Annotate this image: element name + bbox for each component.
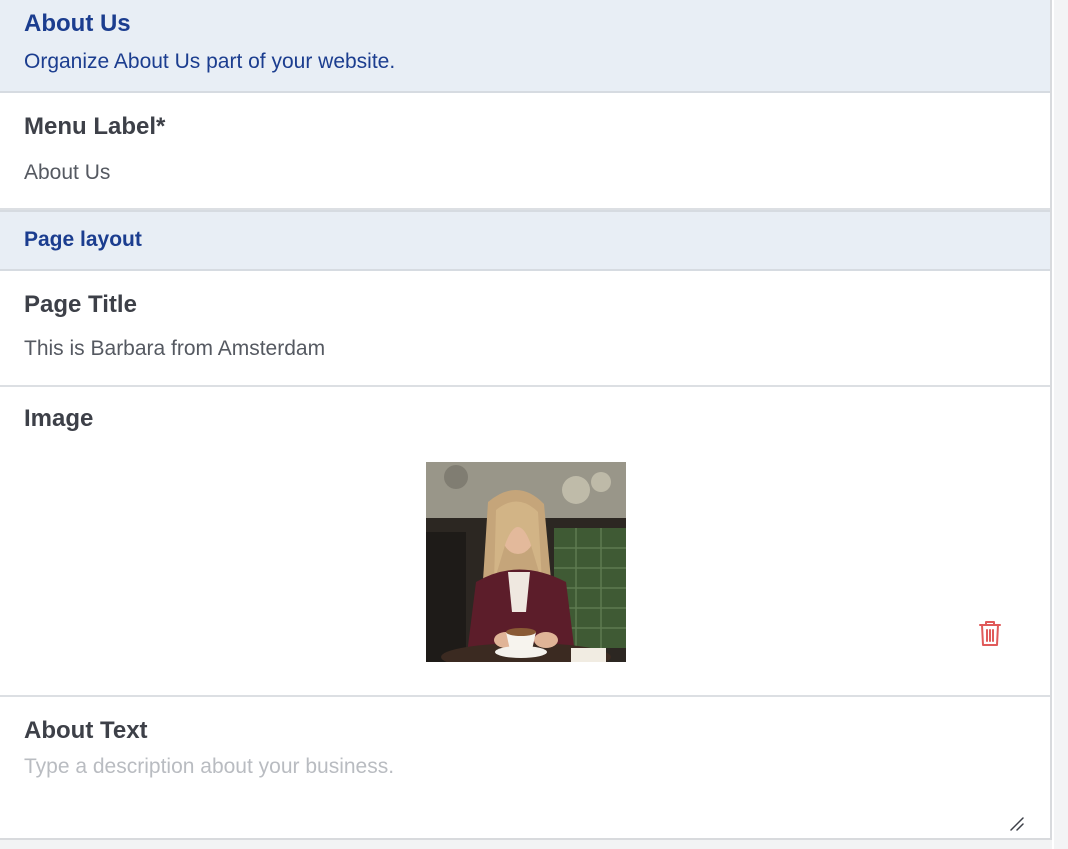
section-title: About Us (24, 10, 131, 37)
trash-icon (979, 621, 1001, 646)
menu-label-label: Menu Label* (24, 113, 166, 140)
profile-photo-image (426, 462, 626, 662)
scrollbar-track[interactable] (1054, 0, 1068, 849)
about-us-settings-panel: About Us Organize About Us part of your … (0, 0, 1052, 849)
delete-image-button[interactable] (978, 619, 1002, 647)
resize-handle-icon[interactable] (1008, 815, 1026, 833)
menu-label-field[interactable]: Menu Label* About Us (0, 93, 1050, 210)
panel-bottom-border (0, 838, 1052, 849)
image-label: Image (24, 405, 94, 432)
section-header-page-layout: Page layout (0, 210, 1050, 271)
section-subtitle: Organize About Us part of your website. (24, 50, 396, 73)
about-text-field: About Text (0, 697, 1050, 842)
about-text-textarea[interactable] (24, 755, 1028, 833)
section-header-about-us: About Us Organize About Us part of your … (0, 0, 1050, 93)
image-field: Image (0, 387, 1050, 697)
profile-photo[interactable] (426, 462, 626, 662)
page-layout-title: Page layout (24, 228, 142, 251)
about-text-label: About Text (24, 717, 148, 744)
menu-label-input[interactable]: About Us (24, 141, 1050, 186)
page-title-input[interactable]: This is Barbara from Amsterdam (24, 319, 1050, 362)
page-title-field[interactable]: Page Title This is Barbara from Amsterda… (0, 271, 1050, 387)
page-title-label: Page Title (24, 291, 137, 318)
